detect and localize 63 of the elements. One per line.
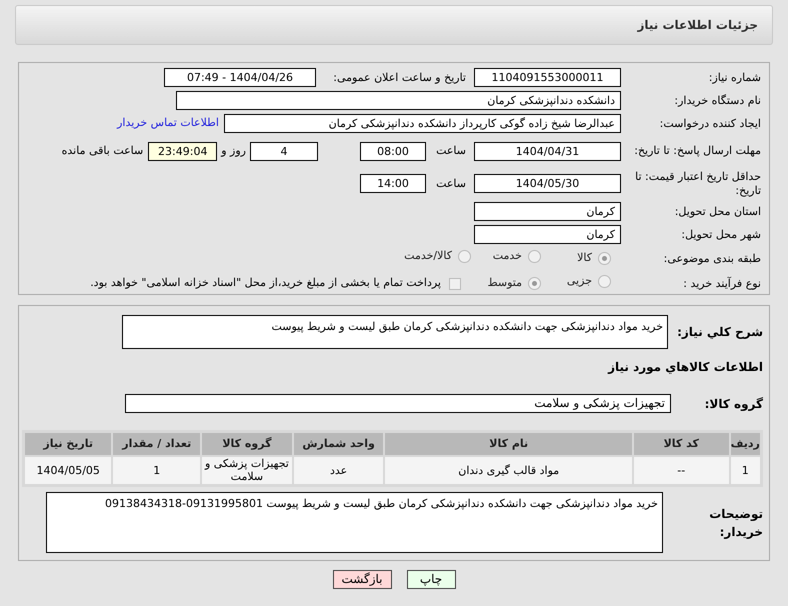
checkbox[interactable] [449, 278, 461, 290]
field-label: ساعت [435, 176, 466, 192]
contact-link[interactable]: اطلاعات تماس خریدار [117, 115, 219, 132]
column-header: واحد شمارش [292, 432, 384, 456]
text-area[interactable]: خرید مواد دندانپزشکی جهت دانشکده دندانپزشکی کرمان طبق لیست و شریط پیوست [122, 315, 668, 349]
input-field[interactable]: عبدالرضا شیخ زاده گوکی کارپرداز دانشکده دندانپزشکی کرمان [224, 114, 621, 133]
table-cell: مواد قالب گیری دندان [384, 456, 634, 486]
input-field[interactable]: 23:49:04 [148, 142, 218, 161]
text-area[interactable]: خرید مواد دندانپزشکی جهت دانشکده دندانپزشکی کرمان طبق لیست و شریط پیوست 09131995801-09138434318 [46, 492, 663, 553]
column-header: نام کالا [384, 432, 634, 456]
field-label: پرداخت تمام یا بخشی از مبلغ خرید،از محل "اسناد خزانه اسلامی" خواهد بود. [90, 275, 441, 292]
input-field[interactable]: 1404/04/26 - 07:49 [164, 68, 316, 87]
table-cell: 1 [730, 456, 762, 486]
field-label: گروه کالا: [704, 396, 763, 412]
field-label: حداقل تاریخ اعتبار قیمت: تا تاریخ: [634, 170, 761, 198]
field-label: کالا [577, 250, 592, 266]
table-cell: 1 [112, 456, 202, 486]
field-label: شرح کلي نياز: [676, 324, 763, 341]
radio-button[interactable] [598, 252, 611, 266]
column-header: کد کالا [633, 432, 730, 456]
field-label: جزیی [566, 273, 592, 290]
field-label: طبقه بندی موضوعی: [662, 252, 761, 266]
table-cell: عدد [292, 456, 384, 486]
input-field[interactable]: 14:00 [360, 174, 426, 194]
radio-button[interactable] [598, 275, 611, 288]
field-label: مهلت ارسال پاسخ: تا تاریخ: [633, 144, 761, 158]
page-title: جزئیات اطلاعات نیاز [637, 17, 758, 34]
field-label: ایجاد کننده درخواست: [658, 116, 761, 130]
input-field[interactable]: دانشکده دندانپزشکی کرمان [176, 91, 621, 110]
field-label: خدمت [492, 248, 522, 264]
field-label: ساعت [435, 143, 466, 160]
table-cell: 1404/05/05 [24, 456, 112, 486]
table-cell: تجهیزات پزشکی و سلامت [201, 456, 293, 486]
field-label: روز و [221, 143, 246, 160]
input-field[interactable]: تجهیزات پزشکی و سلامت [125, 394, 671, 413]
field-label: استان محل تحویل: [674, 204, 761, 219]
field-label: ساعت باقی مانده [62, 143, 144, 160]
field-label: نام دستگاه خریدار: [673, 94, 761, 108]
radio-button[interactable] [458, 250, 471, 264]
radio-button[interactable] [528, 250, 541, 264]
column-header: گروه کالا [201, 432, 293, 456]
field-label: توضیحات خریدار: [708, 506, 763, 540]
radio-button[interactable] [528, 277, 541, 290]
back-button[interactable]: بازگشت [332, 570, 392, 589]
column-header: تعداد / مقدار [112, 432, 202, 456]
print-button[interactable]: چاپ [406, 570, 456, 589]
input-field[interactable]: 1404/04/31 [474, 142, 621, 161]
field-label: متوسط [487, 275, 522, 292]
column-header: ردیف [730, 432, 762, 456]
input-field[interactable]: 08:00 [360, 142, 426, 161]
field-label: تاریخ و ساعت اعلان عمومی: [332, 70, 466, 84]
field-label: شهر محل تحویل: [680, 228, 761, 242]
column-header: تاریخ نیاز [24, 432, 112, 456]
field-label: نوع فرآیند خرید : [682, 276, 761, 291]
input-field[interactable]: 1404/05/30 [474, 174, 621, 194]
section-heading: اطلاعات کالاهاي مورد نياز [608, 359, 763, 376]
input-field[interactable]: 4 [250, 142, 318, 161]
input-field[interactable]: 1104091553000011 [474, 68, 621, 87]
table-cell: -- [633, 456, 730, 486]
field-label: کالا/خدمت [404, 248, 452, 264]
field-label: شماره نیاز: [708, 70, 761, 84]
input-field[interactable]: کرمان [474, 202, 621, 222]
input-field[interactable]: کرمان [474, 225, 621, 244]
